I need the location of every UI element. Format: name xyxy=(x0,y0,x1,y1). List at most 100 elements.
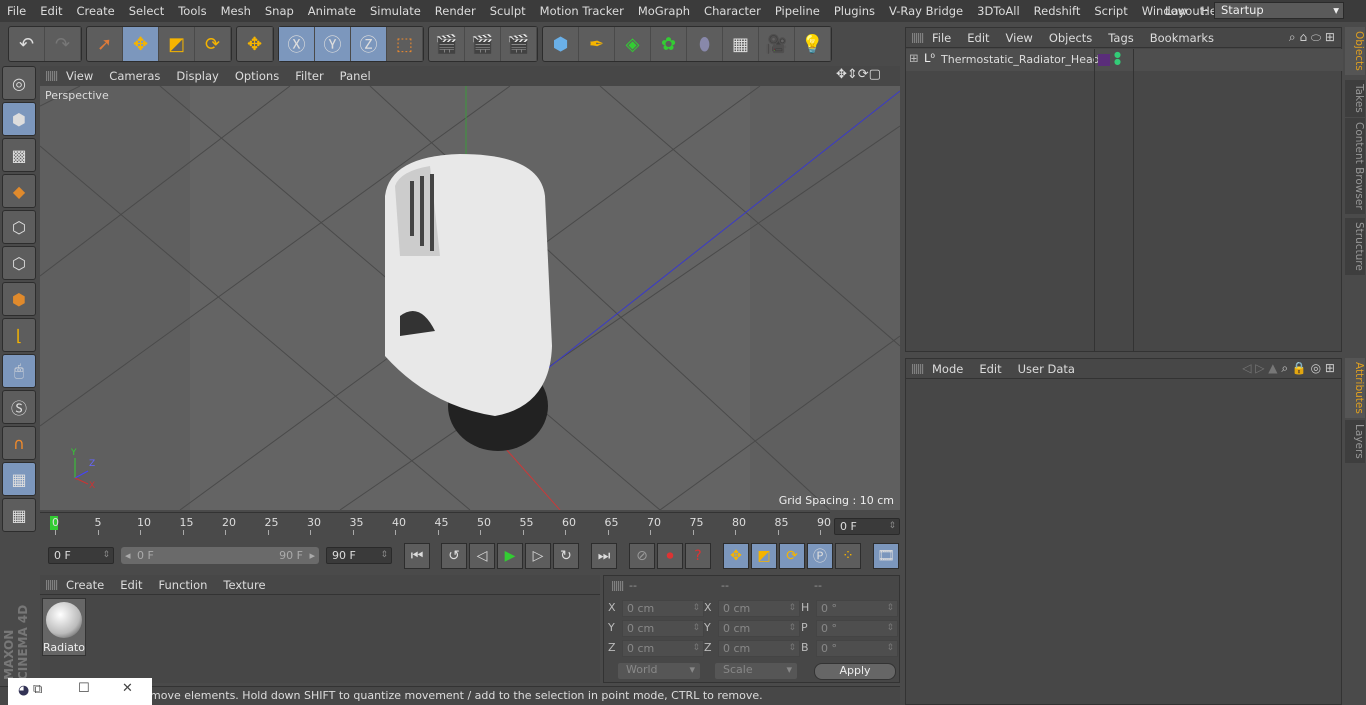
object-manager-icons[interactable]: ⌕ ⌂ ⬭ ⊞ xyxy=(1289,30,1335,45)
coord-field[interactable]: 0 cm xyxy=(718,600,800,617)
menu-texture[interactable]: Texture xyxy=(215,578,273,592)
tab-objects[interactable]: Objects xyxy=(1345,27,1365,75)
end-frame-field[interactable]: 90 F xyxy=(326,547,392,564)
coord-field[interactable]: 0 ° xyxy=(816,620,898,637)
object-name[interactable]: Thermostatic_Radiator_Head xyxy=(941,53,1100,66)
menu-mode[interactable]: Mode xyxy=(924,362,971,376)
menu-options[interactable]: Options xyxy=(227,69,287,83)
menu-v-ray-bridge[interactable]: V-Ray Bridge xyxy=(882,4,970,18)
menu-filter[interactable]: Filter xyxy=(287,69,331,83)
menu-panel[interactable]: Panel xyxy=(332,69,379,83)
tab-takes[interactable]: Takes xyxy=(1345,80,1365,117)
undo-icon[interactable]: ↶ xyxy=(9,27,45,61)
live-move-icon[interactable]: ✥ xyxy=(237,27,273,61)
panel-grip[interactable] xyxy=(46,71,58,81)
menu-mesh[interactable]: Mesh xyxy=(214,4,258,18)
3d-viewport[interactable]: Perspective Y Z X Grid Spacing : 10 cm xyxy=(40,86,900,510)
menu-sculpt[interactable]: Sculpt xyxy=(483,4,533,18)
menu-edit[interactable]: Edit xyxy=(971,362,1009,376)
menu-view[interactable]: View xyxy=(998,31,1041,45)
menu-edit[interactable]: Edit xyxy=(33,4,69,18)
menu-simulate[interactable]: Simulate xyxy=(363,4,428,18)
maximize-icon[interactable]: ☐ xyxy=(78,681,90,696)
y-axis-lock-icon[interactable]: Ⓨ xyxy=(315,27,351,61)
x-axis-lock-icon[interactable]: Ⓧ xyxy=(279,27,315,61)
tab-content-browser[interactable]: Content Browser xyxy=(1345,118,1365,214)
key-scale-icon[interactable]: ◩ xyxy=(751,543,777,569)
current-frame-field[interactable]: 0 F xyxy=(834,518,900,535)
polygons-mode-icon[interactable]: ⬢ xyxy=(2,282,36,316)
render-view-icon[interactable]: 🎬 xyxy=(429,27,465,61)
panel-grip[interactable] xyxy=(612,581,624,591)
menu-script[interactable]: Script xyxy=(1087,4,1134,18)
tab-attributes[interactable]: Attributes xyxy=(1345,358,1365,418)
coord-field[interactable]: 0 cm xyxy=(622,620,704,637)
coord-field[interactable]: 0 cm xyxy=(622,600,704,617)
object-row[interactable]: ⊞ L⁰ Thermostatic_Radiator_Head ● ● xyxy=(906,49,1343,71)
tab-structure[interactable]: Structure xyxy=(1345,218,1365,275)
scale-tool-icon[interactable]: ◩ xyxy=(159,27,195,61)
menu-file[interactable]: File xyxy=(924,31,959,45)
workplane-icon[interactable]: ◆ xyxy=(2,174,36,208)
panel-grip[interactable] xyxy=(912,32,924,43)
play-icon[interactable]: ▶ xyxy=(497,543,523,569)
coord-field[interactable]: 0 cm xyxy=(622,640,704,657)
menu-mograph[interactable]: MoGraph xyxy=(631,4,697,18)
menu-motion-tracker[interactable]: Motion Tracker xyxy=(533,4,631,18)
light-icon[interactable]: 💡 xyxy=(795,27,831,61)
coord-field[interactable]: 0 cm xyxy=(718,640,800,657)
panel-grip[interactable] xyxy=(912,363,924,374)
timeline-ruler[interactable]: 0 5 10 15 20 25 30 35 40 45 50 55 60 65 70 75 80 85 90 xyxy=(40,512,831,535)
record-keys-icon[interactable]: ⊘ xyxy=(629,543,655,569)
key-parameter-icon[interactable]: Ⓟ xyxy=(807,543,833,569)
start-frame-field[interactable]: 0 F xyxy=(48,547,114,564)
subdivision-icon[interactable]: ◈ xyxy=(615,27,651,61)
material-swatch[interactable]: Radiato xyxy=(42,598,86,656)
menu-animate[interactable]: Animate xyxy=(301,4,363,18)
menu-objects[interactable]: Objects xyxy=(1041,31,1100,45)
move-tool-icon[interactable]: ✥ xyxy=(123,27,159,61)
snap-icon[interactable]: Ⓢ xyxy=(2,390,36,424)
axis-mode-icon[interactable]: ⌊ xyxy=(2,318,36,352)
menu-function[interactable]: Function xyxy=(151,578,216,592)
z-axis-lock-icon[interactable]: Ⓩ xyxy=(351,27,387,61)
texture-mode-icon[interactable]: ▩ xyxy=(2,138,36,172)
magnet-icon[interactable]: ∩ xyxy=(2,426,36,460)
menu-snap[interactable]: Snap xyxy=(258,4,301,18)
menu-create[interactable]: Create xyxy=(70,4,122,18)
points-mode-icon[interactable]: ⬡ xyxy=(2,210,36,244)
menu-file[interactable]: File xyxy=(0,4,33,18)
edges-mode-icon[interactable]: ⬡ xyxy=(2,246,36,280)
menu-view[interactable]: View xyxy=(58,69,101,83)
menu-bookmarks[interactable]: Bookmarks xyxy=(1142,31,1222,45)
menu-display[interactable]: Display xyxy=(168,69,226,83)
tab-layers[interactable]: Layers xyxy=(1345,420,1365,463)
panel-grip[interactable] xyxy=(46,579,58,590)
menu-render[interactable]: Render xyxy=(428,4,483,18)
frame-range-slider[interactable]: ◂ 0 F 90 F ▸ xyxy=(121,547,319,564)
timeline-icon[interactable]: 🎞 xyxy=(873,543,899,569)
workplane-lock-icon[interactable]: ▦ xyxy=(2,462,36,496)
menu-plugins[interactable]: Plugins xyxy=(827,4,882,18)
go-to-start-icon[interactable]: ⏮ xyxy=(404,543,430,569)
menu-cameras[interactable]: Cameras xyxy=(101,69,168,83)
auto-keying-icon[interactable]: ⏺ xyxy=(657,543,683,569)
menu-select[interactable]: Select xyxy=(122,4,171,18)
tweak-mode-icon[interactable]: 🖱 xyxy=(2,354,36,388)
menu-character[interactable]: Character xyxy=(697,4,768,18)
restore-icon[interactable]: ⧉ xyxy=(33,682,42,697)
keyframe-selection-icon[interactable]: ? xyxy=(685,543,711,569)
menu-edit[interactable]: Edit xyxy=(959,31,997,45)
coordinate-system-icon[interactable]: ⬚ xyxy=(387,27,423,61)
visibility-dots[interactable]: ● ● xyxy=(1114,51,1121,66)
apply-button[interactable]: Apply xyxy=(814,663,896,680)
select-tool-icon[interactable]: ➚ xyxy=(87,27,123,61)
rotate-tool-icon[interactable]: ⟳ xyxy=(195,27,231,61)
menu-3dtoall[interactable]: 3DToAll xyxy=(970,4,1027,18)
menu-create[interactable]: Create xyxy=(58,578,112,592)
menu-tags[interactable]: Tags xyxy=(1100,31,1141,45)
next-key-icon[interactable]: ↻ xyxy=(553,543,579,569)
close-icon[interactable]: ✕ xyxy=(122,681,133,696)
camera-icon[interactable]: 🎥 xyxy=(759,27,795,61)
coord-field[interactable]: 0 cm xyxy=(718,620,800,637)
